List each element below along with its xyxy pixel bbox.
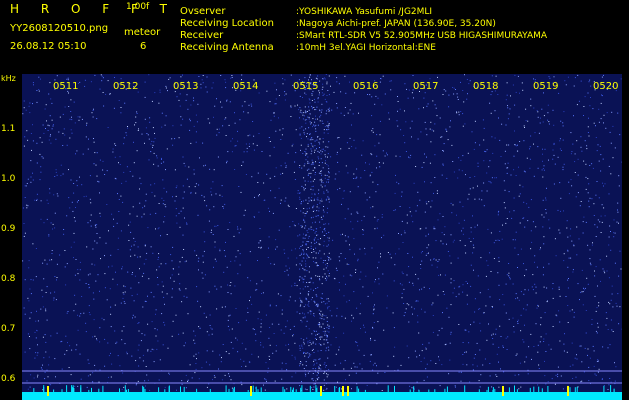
x-tick-label: 0520 xyxy=(593,81,619,92)
x-tick-label: 0512 xyxy=(113,81,139,92)
receiver-label: Receiver xyxy=(180,30,224,41)
observer-label: Ovserver xyxy=(180,6,226,17)
y-tick-label: 0.9 xyxy=(1,224,16,234)
x-tick-label: 0519 xyxy=(533,81,559,92)
antenna-label: Receiving Antenna xyxy=(180,42,274,53)
khz-unit-label: kHz xyxy=(1,74,16,83)
file-name: YY2608120510.png xyxy=(10,23,109,34)
location-value: :Nagoya Aichi-pref. JAPAN (136.90E, 35.2… xyxy=(296,19,496,29)
location-label: Receiving Location xyxy=(180,18,274,29)
meteor-count: 6 xyxy=(140,41,147,52)
x-tick-label: 0513 xyxy=(173,81,199,92)
x-tick-label: 0511 xyxy=(53,81,79,92)
spectrogram-background xyxy=(22,74,622,400)
x-tick-label: 0516 xyxy=(353,81,379,92)
y-tick-label: 1.1 xyxy=(1,124,16,134)
receiver-value: :SMart RTL-SDR V5 52.905MHz USB HIGASHIM… xyxy=(296,31,548,41)
y-tick-label: 0.7 xyxy=(1,324,16,334)
header-panel: H R O F F T 1.00f YY2608120510.png meteo… xyxy=(0,0,629,74)
y-tick-label: 0.8 xyxy=(1,274,16,284)
y-tick-label: 0.6 xyxy=(1,374,16,384)
x-tick-label: 0517 xyxy=(413,81,439,92)
x-tick-label: 0518 xyxy=(473,81,499,92)
x-tick-label: 0515 xyxy=(293,81,319,92)
spectrogram xyxy=(22,74,622,400)
meteor-label: meteor xyxy=(124,27,161,38)
x-tick-label: 0514 xyxy=(233,81,259,92)
date-time: 26.08.12 05:10 xyxy=(10,41,87,52)
y-tick-label: 1.0 xyxy=(1,174,16,184)
version-label: 1.00f xyxy=(126,2,150,12)
app-title: H R O F F T xyxy=(10,2,177,16)
antenna-value: :10mH 3el.YAGI Horizontal:ENE xyxy=(296,43,436,53)
observer-value: :YOSHIKAWA Yasufumi /JG2MLI xyxy=(296,7,433,17)
